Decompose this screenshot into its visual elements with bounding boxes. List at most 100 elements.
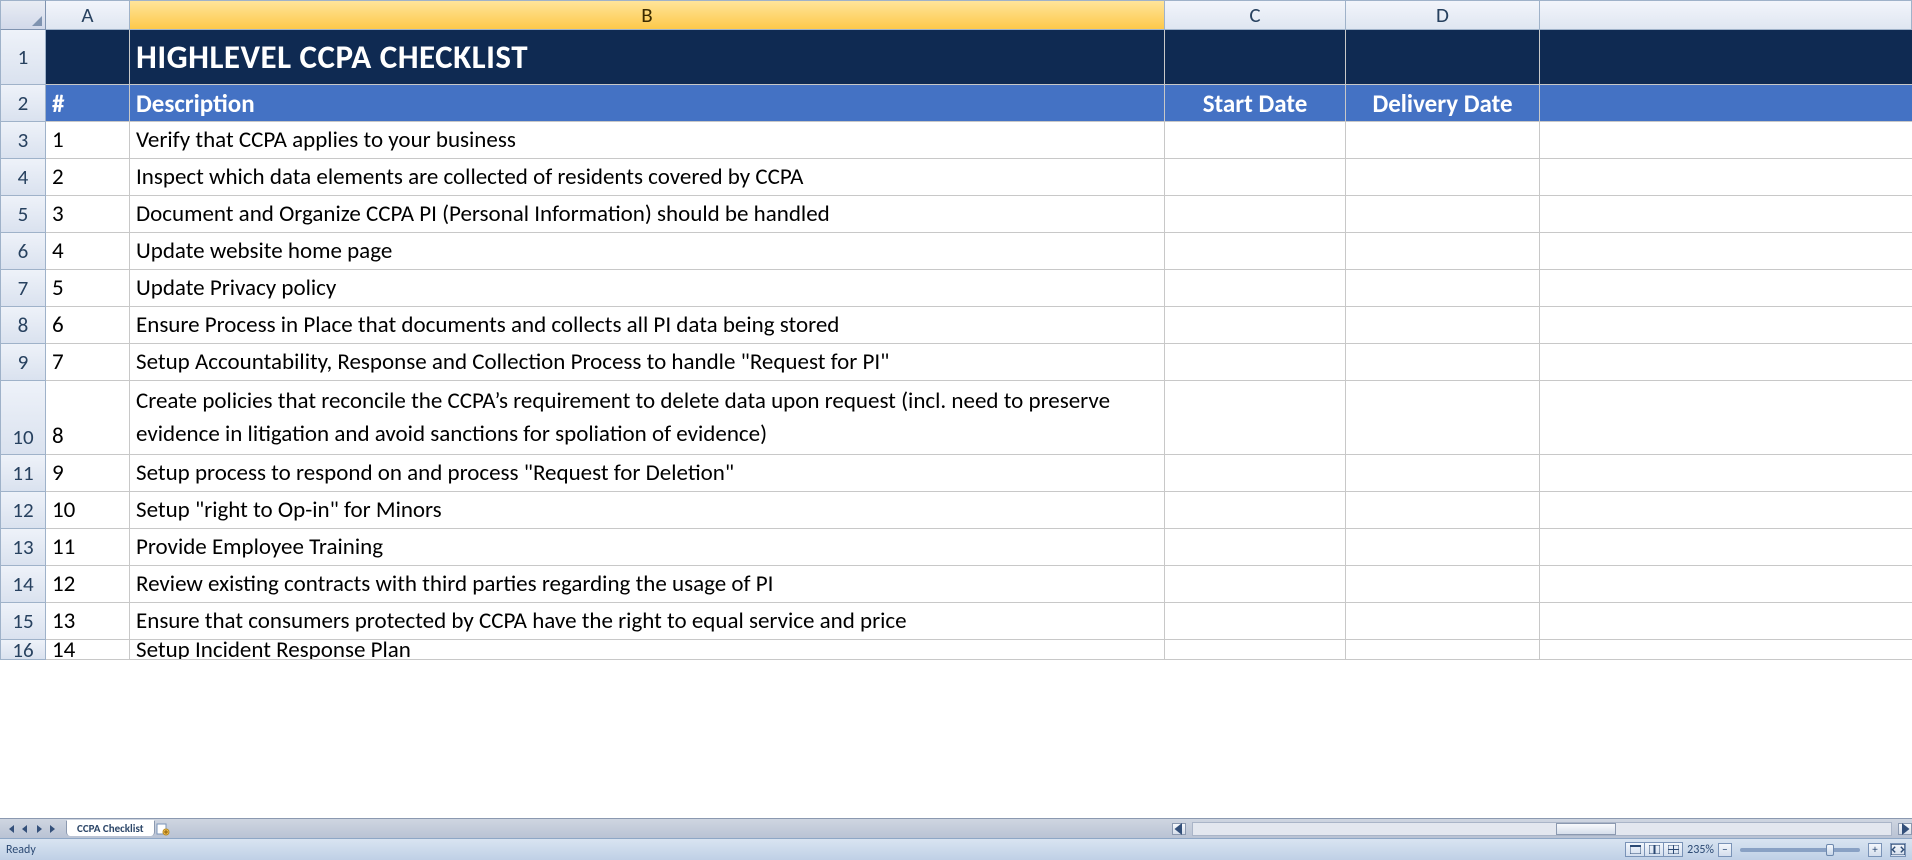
cell-num[interactable]: 14 [46, 640, 130, 660]
zoom-out-button[interactable]: − [1718, 843, 1732, 857]
cell-delivery[interactable] [1346, 344, 1540, 381]
cell-start[interactable] [1165, 603, 1346, 640]
tab-next-icon[interactable] [32, 822, 46, 836]
select-all-corner[interactable] [0, 0, 46, 30]
cell-start[interactable] [1165, 196, 1346, 233]
cell-num[interactable]: 5 [46, 270, 130, 307]
cell[interactable] [1165, 30, 1346, 85]
cell-desc[interactable]: Inspect which data elements are collecte… [130, 159, 1165, 196]
cell-start[interactable] [1165, 159, 1346, 196]
cell-start[interactable] [1165, 640, 1346, 660]
cell-delivery[interactable] [1346, 381, 1540, 455]
cell[interactable] [1540, 196, 1912, 233]
cell-delivery[interactable] [1346, 159, 1540, 196]
header-start-date[interactable]: Start Date [1165, 85, 1346, 122]
cell-num[interactable]: 9 [46, 455, 130, 492]
cell-desc[interactable]: Setup process to respond on and process … [130, 455, 1165, 492]
view-page-layout-icon[interactable] [1644, 842, 1664, 857]
cell-num[interactable]: 12 [46, 566, 130, 603]
col-header-A[interactable]: A [46, 0, 130, 30]
insert-sheet-icon[interactable] [156, 822, 170, 836]
cell-delivery[interactable] [1346, 566, 1540, 603]
cell-desc[interactable]: Ensure that consumers protected by CCPA … [130, 603, 1165, 640]
header-num[interactable]: # [46, 85, 130, 122]
cell[interactable] [1540, 270, 1912, 307]
cell-num[interactable]: 1 [46, 122, 130, 159]
header-description[interactable]: Description [130, 85, 1165, 122]
row-header[interactable]: 10 [0, 381, 46, 455]
cell-num[interactable]: 6 [46, 307, 130, 344]
cell-desc[interactable]: Setup Incident Response Plan [130, 640, 1165, 660]
cell-num[interactable]: 10 [46, 492, 130, 529]
cell[interactable] [1540, 603, 1912, 640]
cell-start[interactable] [1165, 381, 1346, 455]
cell-num[interactable]: 13 [46, 603, 130, 640]
cell-start[interactable] [1165, 529, 1346, 566]
cell-delivery[interactable] [1346, 307, 1540, 344]
cell-desc[interactable]: Review existing contracts with third par… [130, 566, 1165, 603]
cell-num[interactable]: 8 [46, 381, 130, 455]
row-header[interactable]: 3 [0, 122, 46, 159]
cell[interactable] [1540, 30, 1912, 85]
cell-delivery[interactable] [1346, 196, 1540, 233]
col-header-D[interactable]: D [1346, 0, 1540, 30]
row-header[interactable]: 2 [0, 85, 46, 122]
cell-delivery[interactable] [1346, 455, 1540, 492]
row-header[interactable]: 6 [0, 233, 46, 270]
cell-start[interactable] [1165, 233, 1346, 270]
cell-delivery[interactable] [1346, 270, 1540, 307]
tab-first-icon[interactable] [4, 822, 18, 836]
view-normal-icon[interactable] [1625, 842, 1645, 857]
col-header-C[interactable]: C [1165, 0, 1346, 30]
cell[interactable] [1540, 122, 1912, 159]
cell-desc[interactable]: Provide Employee Training [130, 529, 1165, 566]
row-header[interactable]: 9 [0, 344, 46, 381]
cell[interactable] [1540, 85, 1912, 122]
hscroll-thumb[interactable] [1556, 823, 1616, 835]
cell-delivery[interactable] [1346, 529, 1540, 566]
cell[interactable] [1540, 455, 1912, 492]
cell[interactable] [1540, 233, 1912, 270]
cell-desc[interactable]: Verify that CCPA applies to your busines… [130, 122, 1165, 159]
cell[interactable] [1540, 492, 1912, 529]
title-cell[interactable]: HIGHLEVEL CCPA CHECKLIST [130, 30, 1165, 85]
cell[interactable] [1540, 159, 1912, 196]
row-header[interactable]: 4 [0, 159, 46, 196]
hscroll-left-icon[interactable] [1172, 823, 1186, 835]
tab-prev-icon[interactable] [18, 822, 32, 836]
cell-start[interactable] [1165, 566, 1346, 603]
cell-num[interactable]: 3 [46, 196, 130, 233]
cell[interactable] [1540, 529, 1912, 566]
cell[interactable] [1540, 307, 1912, 344]
cell-delivery[interactable] [1346, 640, 1540, 660]
row-header[interactable]: 16 [0, 640, 46, 660]
cell[interactable] [1346, 30, 1540, 85]
cell-desc[interactable]: Create policies that reconcile the CCPA’… [130, 381, 1165, 455]
row-header[interactable]: 12 [0, 492, 46, 529]
zoom-thumb[interactable] [1826, 844, 1834, 856]
hscroll-right-icon[interactable] [1898, 823, 1912, 835]
header-delivery-date[interactable]: Delivery Date [1346, 85, 1540, 122]
zoom-slider[interactable] [1740, 848, 1860, 852]
cell-delivery[interactable] [1346, 603, 1540, 640]
row-header[interactable]: 7 [0, 270, 46, 307]
cell-desc[interactable]: Update Privacy policy [130, 270, 1165, 307]
cell-start[interactable] [1165, 344, 1346, 381]
view-page-break-icon[interactable] [1663, 842, 1683, 857]
zoom-in-button[interactable]: + [1868, 843, 1882, 857]
cell-desc[interactable]: Setup "right to Op-in" for Minors [130, 492, 1165, 529]
cell-num[interactable]: 4 [46, 233, 130, 270]
col-header-B[interactable]: B [130, 0, 1165, 30]
row-header[interactable]: 14 [0, 566, 46, 603]
sheet-tab[interactable]: CCPA Checklist [66, 820, 155, 836]
row-header[interactable]: 13 [0, 529, 46, 566]
row-header[interactable]: 15 [0, 603, 46, 640]
cell-desc[interactable]: Ensure Process in Place that documents a… [130, 307, 1165, 344]
cell-start[interactable] [1165, 122, 1346, 159]
fullscreen-icon[interactable] [1890, 843, 1906, 857]
tab-last-icon[interactable] [46, 822, 60, 836]
row-header[interactable]: 11 [0, 455, 46, 492]
cell-delivery[interactable] [1346, 122, 1540, 159]
cell-num[interactable]: 2 [46, 159, 130, 196]
cell-desc[interactable]: Document and Organize CCPA PI (Personal … [130, 196, 1165, 233]
